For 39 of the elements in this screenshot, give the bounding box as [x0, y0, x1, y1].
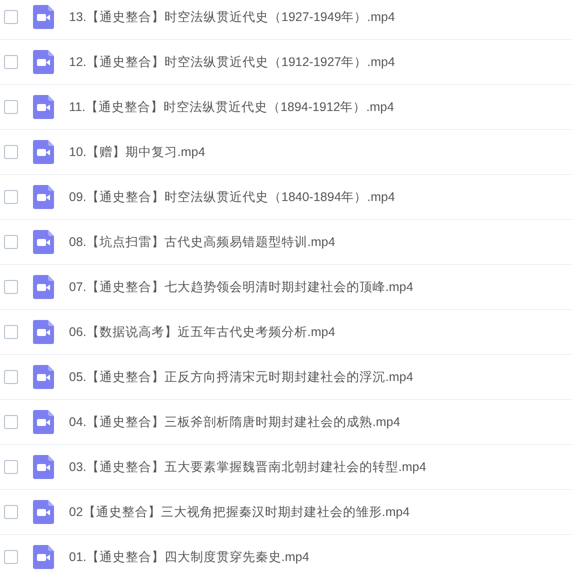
- video-file-icon: [33, 50, 54, 74]
- checkbox[interactable]: [4, 10, 18, 24]
- file-name[interactable]: 02【通史整合】三大视角把握秦汉时期封建社会的雏形.mp4: [69, 502, 410, 522]
- checkbox[interactable]: [4, 235, 18, 249]
- checkbox[interactable]: [4, 145, 18, 159]
- file-name[interactable]: 13.【通史整合】时空法纵贯近代史（1927-1949年）.mp4: [69, 8, 395, 26]
- file-name[interactable]: 04.【通史整合】三板斧剖析隋唐时期封建社会的成熟.mp4: [69, 412, 400, 432]
- video-file-icon: [33, 185, 54, 209]
- checkbox[interactable]: [4, 370, 18, 384]
- checkbox[interactable]: [4, 100, 18, 114]
- checkbox[interactable]: [4, 550, 18, 564]
- video-file-icon: [33, 545, 54, 569]
- checkbox[interactable]: [4, 460, 18, 474]
- checkbox[interactable]: [4, 280, 18, 294]
- video-file-icon: [33, 275, 54, 299]
- video-file-icon: [33, 500, 54, 524]
- checkbox[interactable]: [4, 415, 18, 429]
- file-name[interactable]: 11.【通史整合】时空法纵贯近代史（1894-1912年）.mp4: [69, 98, 394, 116]
- file-name[interactable]: 08.【坑点扫雷】古代史高频易错题型特训.mp4: [69, 232, 336, 252]
- file-name[interactable]: 03.【通史整合】五大要素掌握魏晋南北朝封建社会的转型.mp4: [69, 458, 426, 476]
- file-name[interactable]: 09.【通史整合】时空法纵贯近代史（1840-1894年）.mp4: [69, 188, 395, 206]
- checkbox[interactable]: [4, 325, 18, 339]
- checkbox[interactable]: [4, 190, 18, 204]
- video-file-icon: [33, 365, 54, 389]
- file-name[interactable]: 01.【通史整合】四大制度贯穿先秦史.mp4: [69, 548, 310, 566]
- video-file-icon: [33, 410, 54, 434]
- video-file-icon: [33, 320, 54, 344]
- file-name[interactable]: 12.【通史整合】时空法纵贯近代史（1912-1927年）.mp4: [69, 52, 395, 72]
- file-name[interactable]: 06.【数据说高考】近五年古代史考频分析.mp4: [69, 322, 336, 342]
- video-file-icon: [33, 140, 54, 164]
- video-file-icon: [33, 230, 54, 254]
- checkbox[interactable]: [4, 55, 18, 69]
- file-name[interactable]: 10.【赠】期中复习.mp4: [69, 142, 206, 162]
- video-file-icon: [33, 95, 54, 119]
- file-name[interactable]: 07.【通史整合】七大趋势领会明清时期封建社会的顶峰.mp4: [69, 278, 414, 296]
- video-file-icon: [33, 455, 54, 479]
- file-name[interactable]: 05.【通史整合】正反方向捋清宋元时期封建社会的浮沉.mp4: [69, 368, 414, 386]
- video-file-icon: [33, 5, 54, 29]
- checkbox[interactable]: [4, 505, 18, 519]
